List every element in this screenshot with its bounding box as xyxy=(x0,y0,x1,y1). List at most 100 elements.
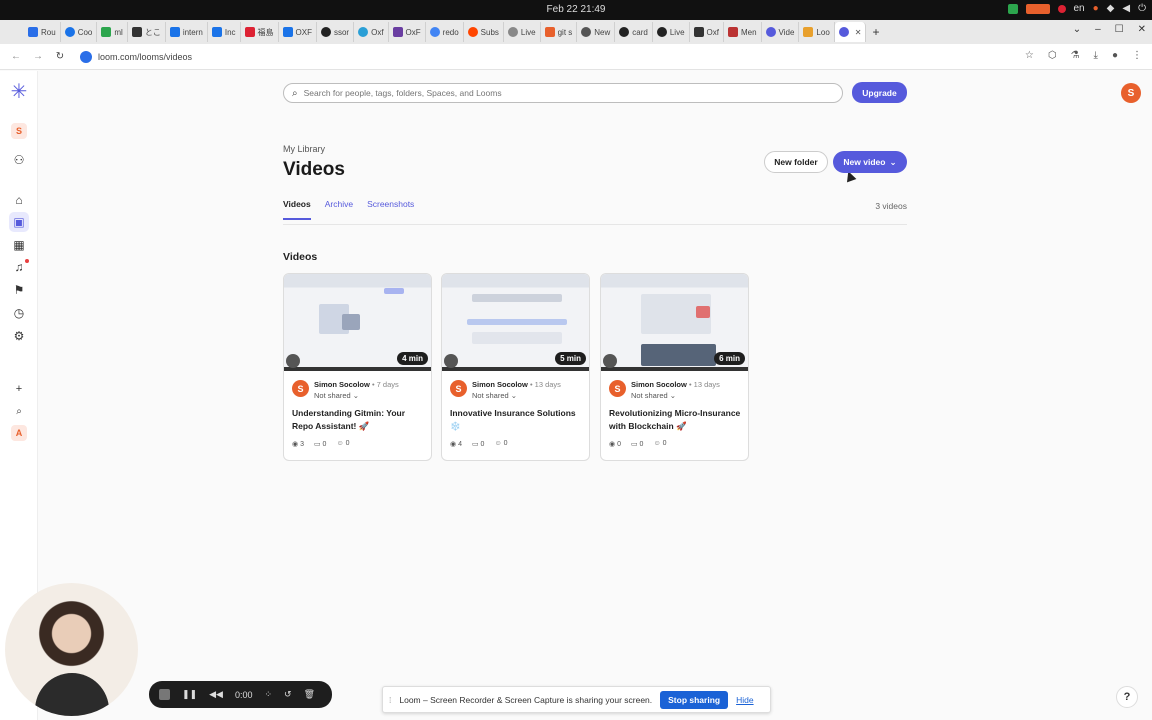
volume-icon[interactable]: ◀ xyxy=(1122,3,1130,14)
loom-logo-icon[interactable]: ✳ xyxy=(9,81,29,103)
help-button[interactable]: ? xyxy=(1116,686,1138,708)
browser-tab-7[interactable]: OXF xyxy=(279,22,317,42)
browser-tab-14[interactable]: git s xyxy=(541,22,578,42)
search-bar[interactable]: ⌕ xyxy=(283,83,843,103)
bookmark-icon[interactable]: ⚑ xyxy=(9,280,29,300)
video-thumbnail[interactable]: 6 min xyxy=(601,274,748,371)
camera-person xyxy=(35,673,109,716)
browser-tab-10[interactable]: OxF xyxy=(389,22,426,42)
menu-kebab-icon[interactable]: ⋮ xyxy=(1132,50,1142,61)
extensions-icon[interactable]: ⬡ xyxy=(1048,50,1057,61)
browser-tab-18[interactable]: Oxf xyxy=(690,22,724,42)
network-icon[interactable]: ◆ xyxy=(1107,3,1115,14)
browser-tab-3[interactable]: とこ xyxy=(128,22,166,42)
tab-videos[interactable]: Videos xyxy=(283,199,311,220)
video-thumbnail[interactable]: 4 min xyxy=(284,274,431,371)
apps-button[interactable]: A xyxy=(9,423,29,443)
browser-tab-12[interactable]: Subs xyxy=(464,22,504,42)
library-icon[interactable]: ▣ xyxy=(9,212,29,232)
share-status-dropdown[interactable]: Not shared ⌄ xyxy=(631,391,720,400)
close-tab-icon[interactable]: ✕ xyxy=(855,28,862,37)
forward-icon[interactable]: → xyxy=(30,51,46,62)
address-bar: ← → ↻ loom.com/looms/videos xyxy=(0,44,1152,70)
bookmark-star-icon[interactable]: ☆ xyxy=(1025,50,1034,61)
tab-search-icon[interactable]: ⌄ xyxy=(1073,24,1081,35)
video-title[interactable]: Understanding Gitmin: Your Repo Assistan… xyxy=(292,407,426,433)
video-title[interactable]: Innovative Insurance Solutions ❄️ xyxy=(450,407,584,433)
new-tab-button[interactable]: + xyxy=(866,25,885,39)
home-icon[interactable]: ⌂ xyxy=(9,190,29,210)
search-input[interactable] xyxy=(303,88,784,98)
settings-gear-icon[interactable]: ⚙ xyxy=(9,326,29,346)
add-icon[interactable]: + xyxy=(9,379,29,399)
tab-archive[interactable]: Archive xyxy=(325,199,353,220)
close-window-icon[interactable]: ✕ xyxy=(1138,24,1146,35)
browser-tab-9[interactable]: Oxf xyxy=(354,22,389,42)
history-clock-icon[interactable]: ◷ xyxy=(9,303,29,323)
hide-button[interactable]: Hide xyxy=(736,695,753,705)
share-status-dropdown[interactable]: Not shared ⌄ xyxy=(472,391,561,400)
author-name: Simon Socolow xyxy=(631,380,687,389)
tab-screenshots[interactable]: Screenshots xyxy=(367,199,414,220)
browser-tab-20[interactable]: Vide xyxy=(762,22,800,42)
profile-icon[interactable]: ● xyxy=(1112,50,1118,61)
browser-tab-16[interactable]: card xyxy=(615,22,653,42)
browser-tab-13[interactable]: Live xyxy=(504,22,541,42)
video-thumbnail[interactable]: 5 min xyxy=(442,274,589,371)
video-age: • 13 days xyxy=(529,380,561,389)
camera-bubble[interactable] xyxy=(5,583,138,716)
restart-icon[interactable]: ↺ xyxy=(284,689,292,700)
delete-icon[interactable]: 🗑 xyxy=(304,689,315,700)
stop-recording-icon[interactable] xyxy=(159,689,170,700)
power-icon[interactable]: ⏻ xyxy=(1138,3,1146,14)
user-avatar[interactable]: S xyxy=(1121,83,1141,103)
drag-handle-icon[interactable]: ⁘ xyxy=(264,689,272,700)
tray-app-icon[interactable] xyxy=(1007,3,1018,14)
keyboard-language[interactable]: en xyxy=(1074,3,1085,14)
search-icon[interactable]: ⌕ xyxy=(9,401,29,421)
video-card[interactable]: 5 min S Simon Socolow • 13 days Not shar… xyxy=(441,273,590,461)
pause-icon[interactable]: ❚❚ xyxy=(182,689,197,700)
workspace-switcher[interactable]: S xyxy=(9,121,29,141)
browser-tab-19[interactable]: Men xyxy=(724,22,762,42)
download-icon[interactable]: ⤓ xyxy=(1094,50,1098,61)
browser-tab-0[interactable]: Rou xyxy=(24,22,61,42)
browser-tab-17[interactable]: Live xyxy=(653,22,690,42)
share-status-dropdown[interactable]: Not shared ⌄ xyxy=(314,391,399,400)
reload-icon[interactable]: ↻ xyxy=(52,51,68,62)
new-video-button[interactable]: New video ⌄ xyxy=(833,151,907,173)
members-icon[interactable]: ⚇ xyxy=(9,150,29,170)
browser-tab-2[interactable]: ml xyxy=(97,22,128,42)
browser-tab-11[interactable]: redo xyxy=(426,22,464,42)
notifications-bell-icon[interactable]: ♫ xyxy=(9,257,29,277)
site-info-icon[interactable] xyxy=(80,50,92,63)
rewind-icon[interactable]: ◀◀ xyxy=(209,689,223,700)
video-title[interactable]: Revolutionizing Micro-Insurance with Blo… xyxy=(609,407,743,433)
breadcrumb[interactable]: My Library xyxy=(283,144,325,154)
browser-tab-5[interactable]: Inc xyxy=(208,22,241,42)
browser-tab-15[interactable]: New xyxy=(577,22,616,42)
lab-icon[interactable]: ⚗ xyxy=(1071,50,1080,61)
microphone-icon[interactable]: ● xyxy=(1093,3,1099,14)
minimize-icon[interactable]: – xyxy=(1095,24,1101,35)
browser-tab-21[interactable]: Loo xyxy=(799,22,835,42)
video-card[interactable]: 4 min S Simon Socolow • 7 days Not share… xyxy=(283,273,432,461)
browser-tab-4[interactable]: intern xyxy=(166,22,208,42)
video-card[interactable]: 6 min S Simon Socolow • 13 days Not shar… xyxy=(600,273,749,461)
screen-share-icon[interactable] xyxy=(1025,3,1050,14)
browser-tab-1[interactable]: Coo xyxy=(61,22,98,42)
views-stat: ◉ 3 xyxy=(292,441,304,448)
stop-sharing-button[interactable]: Stop sharing xyxy=(660,690,729,709)
divider xyxy=(283,224,907,225)
browser-tab-6[interactable]: 福島 xyxy=(241,22,279,42)
new-folder-button[interactable]: New folder xyxy=(764,151,828,173)
browser-tab-active[interactable]: ✕ xyxy=(834,22,867,42)
url-field[interactable]: loom.com/looms/videos xyxy=(80,50,192,63)
reactions-stat: ☺ 0 xyxy=(653,440,667,447)
browser-tab-8[interactable]: ssor xyxy=(317,22,355,42)
upgrade-button[interactable]: Upgrade xyxy=(852,82,907,103)
calendar-icon[interactable]: ▦ xyxy=(9,235,29,255)
drag-handle-icon[interactable]: ⁞ xyxy=(389,695,391,705)
back-icon[interactable]: ← xyxy=(8,51,24,62)
maximize-icon[interactable]: ☐ xyxy=(1115,24,1124,35)
